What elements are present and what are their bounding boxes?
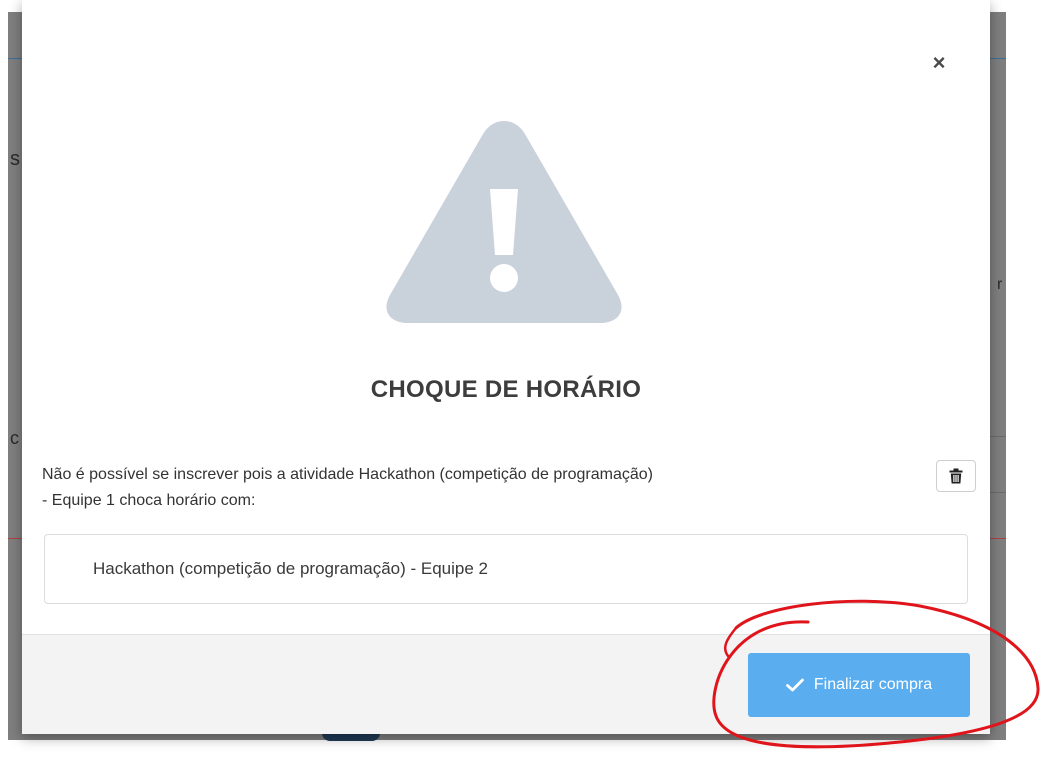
trash-icon [949, 468, 963, 484]
background-text-fragment: s [10, 148, 20, 170]
background-divider [990, 58, 1006, 59]
conflict-message-line: - Equipe 1 choca horário com: [42, 492, 256, 509]
background-text-fragment: c [10, 428, 19, 448]
modal-title: CHOQUE DE HORÁRIO [370, 376, 642, 403]
background-divider [990, 492, 1006, 493]
background-text-fragment: r [997, 276, 1003, 293]
check-icon [785, 678, 804, 692]
background-divider [8, 538, 22, 539]
conflict-list: Hackathon (competição de programação) - … [44, 534, 968, 604]
modal-footer: Finalizar compra [22, 634, 990, 734]
finalize-purchase-label: Finalizar compra [813, 676, 933, 693]
background-divider [990, 436, 1006, 437]
conflict-message-line: Não é possível se inscrever pois a ativi… [42, 466, 653, 483]
warning-triangle-icon [386, 121, 622, 323]
background-divider [8, 58, 22, 59]
modal-body: × CHOQUE DE HORÁRIO Não é possível se in… [22, 0, 990, 634]
finalize-purchase-button[interactable]: Finalizar compra [748, 653, 970, 717]
background-button-edge [322, 733, 380, 741]
close-button[interactable]: × [922, 46, 956, 80]
remove-activity-button[interactable] [936, 460, 976, 492]
list-item: Hackathon (competição de programação) - … [93, 559, 488, 578]
background-divider [990, 538, 1006, 539]
schedule-conflict-modal: × CHOQUE DE HORÁRIO Não é possível se in… [22, 0, 990, 734]
conflict-message: Não é possível se inscrever pois a ativi… [42, 462, 902, 514]
close-icon: × [932, 50, 946, 75]
